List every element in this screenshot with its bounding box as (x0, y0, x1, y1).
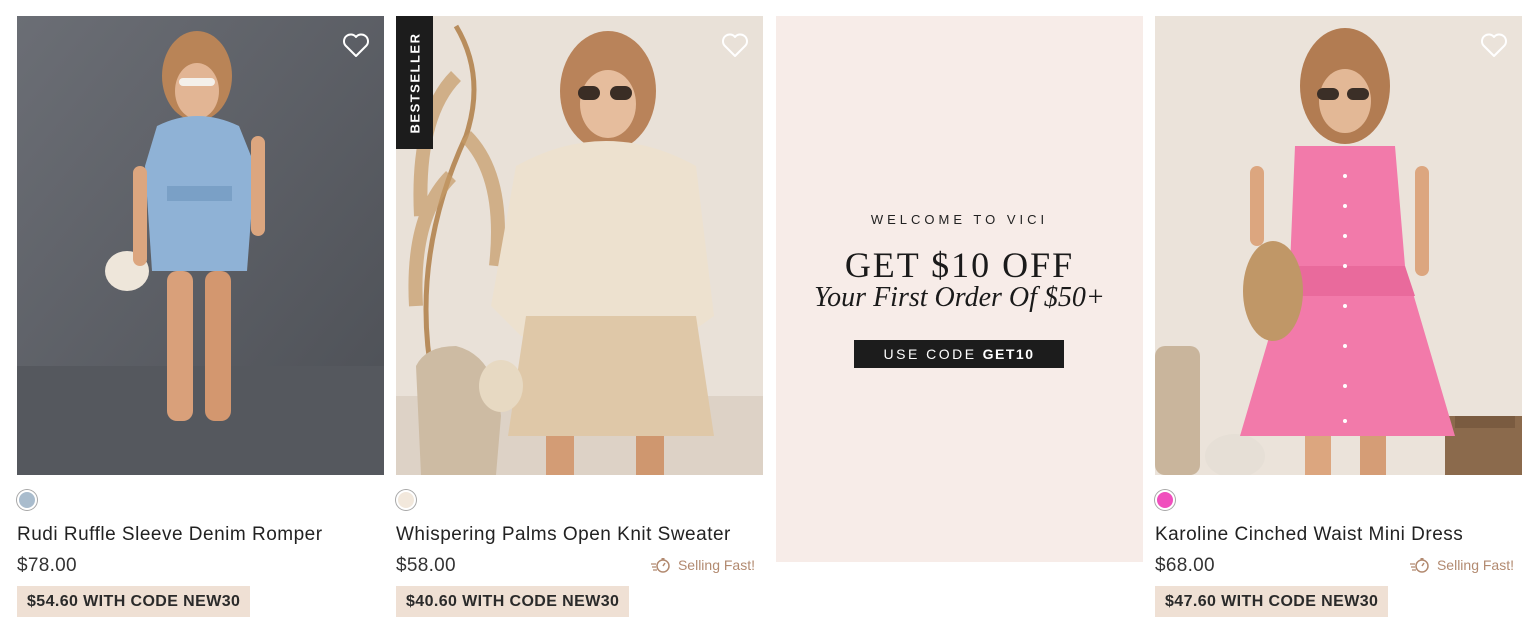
product-price: $78.00 (17, 555, 77, 576)
product-photo-denim-romper (17, 16, 384, 475)
welcome-promo-banner[interactable]: WELCOME TO VICI GET $10 OFF Your First O… (776, 16, 1143, 562)
promo-code-prefix: USE CODE (883, 346, 977, 362)
banner-subline: Your First Order Of $50+ (814, 282, 1105, 313)
color-swatch[interactable] (1155, 490, 1175, 510)
selling-fast-label: Selling Fast! (1436, 557, 1514, 573)
product-image[interactable] (1155, 16, 1522, 475)
selling-fast-indicator: Selling Fast! (650, 557, 755, 573)
product-image[interactable]: BESTSELLER (396, 16, 763, 475)
selling-fast-indicator: Selling Fast! (1409, 557, 1514, 573)
product-name[interactable]: Whispering Palms Open Knit Sweater (396, 524, 731, 546)
color-swatch[interactable] (17, 490, 37, 510)
wishlist-heart-icon[interactable] (1480, 32, 1508, 58)
stopwatch-icon (650, 558, 670, 573)
color-swatch[interactable] (396, 490, 416, 510)
product-price: $68.00 (1155, 555, 1215, 576)
product-card[interactable]: Karoline Cinched Waist Mini Dress $68.00… (1155, 16, 1522, 617)
product-photo-pink-dress (1155, 16, 1522, 475)
promo-price-badge: $40.60 WITH CODE NEW30 (396, 586, 630, 617)
wishlist-heart-icon[interactable] (342, 32, 370, 58)
promo-price-badge: $54.60 WITH CODE NEW30 (17, 586, 251, 617)
promo-code-button[interactable]: USE CODE GET10 (854, 340, 1064, 368)
wishlist-heart-icon[interactable] (721, 32, 749, 58)
stopwatch-icon (1409, 558, 1429, 573)
product-name[interactable]: Rudi Ruffle Sleeve Denim Romper (17, 524, 323, 546)
promo-price-badge: $47.60 WITH CODE NEW30 (1155, 586, 1389, 617)
selling-fast-label: Selling Fast! (677, 557, 755, 573)
product-image[interactable] (17, 16, 384, 475)
product-name[interactable]: Karoline Cinched Waist Mini Dress (1155, 524, 1463, 546)
product-card[interactable]: Rudi Ruffle Sleeve Denim Romper $78.00 $… (17, 16, 384, 617)
product-card[interactable]: BESTSELLER Whispering Palms Open Knit Sw… (396, 16, 763, 617)
product-price: $58.00 (396, 555, 456, 576)
banner-headline: GET $10 OFF (844, 245, 1075, 285)
product-photo-knit-sweater (396, 16, 763, 475)
banner-welcome-text: WELCOME TO VICI (870, 212, 1049, 227)
promo-code-value: GET10 (982, 346, 1035, 362)
bestseller-badge: BESTSELLER (396, 16, 433, 149)
